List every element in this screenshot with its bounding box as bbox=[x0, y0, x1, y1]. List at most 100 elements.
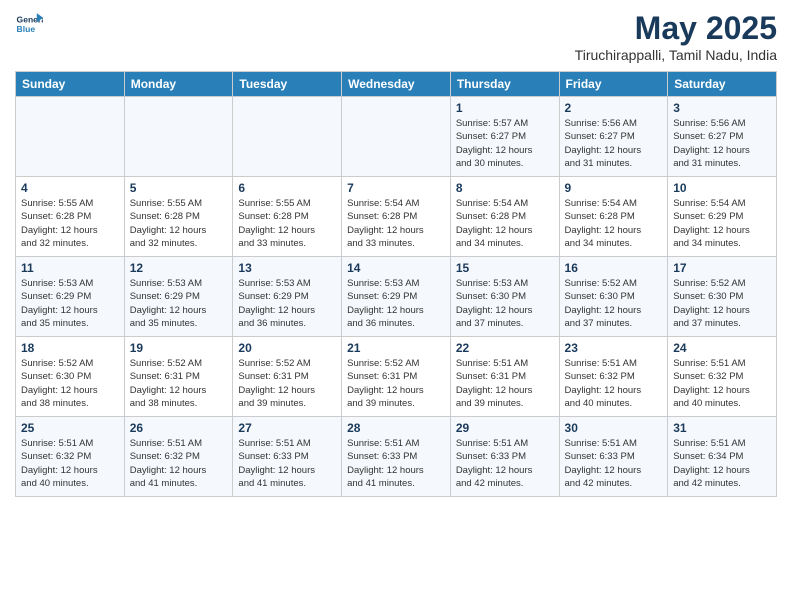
day-number: 15 bbox=[456, 261, 554, 275]
day-number: 24 bbox=[673, 341, 771, 355]
day-info: Sunrise: 5:55 AM Sunset: 6:28 PM Dayligh… bbox=[21, 197, 119, 250]
day-number: 11 bbox=[21, 261, 119, 275]
day-cell: 26Sunrise: 5:51 AM Sunset: 6:32 PM Dayli… bbox=[124, 417, 233, 497]
calendar-table: SundayMondayTuesdayWednesdayThursdayFrid… bbox=[15, 71, 777, 497]
day-number: 5 bbox=[130, 181, 228, 195]
day-number: 18 bbox=[21, 341, 119, 355]
day-cell: 23 Sunrise: 5:51 AM Sunset: 6:32 PM Dayli… bbox=[559, 337, 668, 417]
day-cell: 5 Sunrise: 5:55 AM Sunset: 6:28 PM Daylig… bbox=[124, 177, 233, 257]
day-number: 1 bbox=[456, 101, 554, 115]
day-cell: 17 Sunrise: 5:52 AM Sunset: 6:30 PM Dayli… bbox=[668, 257, 777, 337]
day-number: 3 bbox=[673, 101, 771, 115]
day-cell: 29Sunrise: 5:51 AM Sunset: 6:33 PM Dayli… bbox=[450, 417, 559, 497]
column-header-sunday: Sunday bbox=[16, 72, 125, 97]
day-cell: 9Sunrise: 5:54 AM Sunset: 6:28 PM Daylig… bbox=[559, 177, 668, 257]
day-cell bbox=[342, 97, 451, 177]
day-cell: 3Sunrise: 5:56 AM Sunset: 6:27 PM Daylig… bbox=[668, 97, 777, 177]
header-row: SundayMondayTuesdayWednesdayThursdayFrid… bbox=[16, 72, 777, 97]
day-info: Sunrise: 5:56 AM Sunset: 6:27 PM Dayligh… bbox=[565, 117, 663, 170]
week-row-1: 1 Sunrise: 5:57 AM Sunset: 6:27 PM Daylig… bbox=[16, 97, 777, 177]
day-info: Sunrise: 5:52 AM Sunset: 6:31 PM Dayligh… bbox=[238, 357, 336, 410]
svg-text:Blue: Blue bbox=[17, 24, 36, 34]
day-cell: 24 Sunrise: 5:51 AM Sunset: 6:32 PM Dayli… bbox=[668, 337, 777, 417]
day-number: 14 bbox=[347, 261, 445, 275]
main-title: May 2025 bbox=[575, 10, 777, 47]
day-info: Sunrise: 5:57 AM Sunset: 6:27 PM Dayligh… bbox=[456, 117, 554, 170]
day-number: 31 bbox=[673, 421, 771, 435]
day-info: Sunrise: 5:53 AM Sunset: 6:29 PM Dayligh… bbox=[21, 277, 119, 330]
day-cell: 30 Sunrise: 5:51 AM Sunset: 6:33 PM Dayli… bbox=[559, 417, 668, 497]
week-row-5: 25 Sunrise: 5:51 AM Sunset: 6:32 PM Dayli… bbox=[16, 417, 777, 497]
day-number: 7 bbox=[347, 181, 445, 195]
day-info: Sunrise: 5:53 AM Sunset: 6:29 PM Dayligh… bbox=[130, 277, 228, 330]
day-info: Sunrise: 5:52 AM Sunset: 6:30 PM Dayligh… bbox=[21, 357, 119, 410]
day-info: Sunrise: 5:51 AM Sunset: 6:33 PM Dayligh… bbox=[456, 437, 554, 490]
day-cell: 28 Sunrise: 5:51 AM Sunset: 6:33 PM Dayli… bbox=[342, 417, 451, 497]
day-cell bbox=[16, 97, 125, 177]
day-info: Sunrise: 5:51 AM Sunset: 6:32 PM Dayligh… bbox=[565, 357, 663, 410]
day-info: Sunrise: 5:52 AM Sunset: 6:30 PM Dayligh… bbox=[673, 277, 771, 330]
day-number: 19 bbox=[130, 341, 228, 355]
day-cell: 13 Sunrise: 5:53 AM Sunset: 6:29 PM Dayli… bbox=[233, 257, 342, 337]
day-cell: 21Sunrise: 5:52 AM Sunset: 6:31 PM Dayli… bbox=[342, 337, 451, 417]
day-cell: 27Sunrise: 5:51 AM Sunset: 6:33 PM Dayli… bbox=[233, 417, 342, 497]
day-info: Sunrise: 5:53 AM Sunset: 6:29 PM Dayligh… bbox=[238, 277, 336, 330]
day-info: Sunrise: 5:55 AM Sunset: 6:28 PM Dayligh… bbox=[238, 197, 336, 250]
day-info: Sunrise: 5:51 AM Sunset: 6:32 PM Dayligh… bbox=[21, 437, 119, 490]
day-number: 22 bbox=[456, 341, 554, 355]
day-info: Sunrise: 5:55 AM Sunset: 6:28 PM Dayligh… bbox=[130, 197, 228, 250]
day-cell: 6 Sunrise: 5:55 AM Sunset: 6:28 PM Daylig… bbox=[233, 177, 342, 257]
day-info: Sunrise: 5:51 AM Sunset: 6:32 PM Dayligh… bbox=[673, 357, 771, 410]
day-number: 25 bbox=[21, 421, 119, 435]
day-info: Sunrise: 5:53 AM Sunset: 6:30 PM Dayligh… bbox=[456, 277, 554, 330]
day-number: 16 bbox=[565, 261, 663, 275]
day-number: 26 bbox=[130, 421, 228, 435]
day-number: 6 bbox=[238, 181, 336, 195]
day-number: 13 bbox=[238, 261, 336, 275]
column-header-saturday: Saturday bbox=[668, 72, 777, 97]
day-info: Sunrise: 5:51 AM Sunset: 6:33 PM Dayligh… bbox=[347, 437, 445, 490]
day-info: Sunrise: 5:54 AM Sunset: 6:28 PM Dayligh… bbox=[456, 197, 554, 250]
day-number: 8 bbox=[456, 181, 554, 195]
day-cell: 11 Sunrise: 5:53 AM Sunset: 6:29 PM Dayli… bbox=[16, 257, 125, 337]
day-number: 20 bbox=[238, 341, 336, 355]
logo-icon: General Blue bbox=[15, 10, 43, 38]
day-number: 30 bbox=[565, 421, 663, 435]
day-number: 23 bbox=[565, 341, 663, 355]
day-info: Sunrise: 5:53 AM Sunset: 6:29 PM Dayligh… bbox=[347, 277, 445, 330]
day-cell: 8 Sunrise: 5:54 AM Sunset: 6:28 PM Daylig… bbox=[450, 177, 559, 257]
day-number: 10 bbox=[673, 181, 771, 195]
column-header-monday: Monday bbox=[124, 72, 233, 97]
day-number: 28 bbox=[347, 421, 445, 435]
day-cell: 2 Sunrise: 5:56 AM Sunset: 6:27 PM Daylig… bbox=[559, 97, 668, 177]
day-cell: 20 Sunrise: 5:52 AM Sunset: 6:31 PM Dayli… bbox=[233, 337, 342, 417]
day-cell: 1 Sunrise: 5:57 AM Sunset: 6:27 PM Daylig… bbox=[450, 97, 559, 177]
week-row-4: 18 Sunrise: 5:52 AM Sunset: 6:30 PM Dayli… bbox=[16, 337, 777, 417]
day-number: 21 bbox=[347, 341, 445, 355]
day-info: Sunrise: 5:51 AM Sunset: 6:31 PM Dayligh… bbox=[456, 357, 554, 410]
header: General Blue May 2025 Tiruchirappalli, T… bbox=[15, 10, 777, 63]
day-cell: 19 Sunrise: 5:52 AM Sunset: 6:31 PM Dayli… bbox=[124, 337, 233, 417]
day-cell: 4Sunrise: 5:55 AM Sunset: 6:28 PM Daylig… bbox=[16, 177, 125, 257]
day-number: 27 bbox=[238, 421, 336, 435]
day-cell: 10Sunrise: 5:54 AM Sunset: 6:29 PM Dayli… bbox=[668, 177, 777, 257]
day-info: Sunrise: 5:51 AM Sunset: 6:33 PM Dayligh… bbox=[565, 437, 663, 490]
week-row-2: 4Sunrise: 5:55 AM Sunset: 6:28 PM Daylig… bbox=[16, 177, 777, 257]
day-cell: 7Sunrise: 5:54 AM Sunset: 6:28 PM Daylig… bbox=[342, 177, 451, 257]
day-info: Sunrise: 5:51 AM Sunset: 6:34 PM Dayligh… bbox=[673, 437, 771, 490]
day-cell bbox=[124, 97, 233, 177]
day-cell: 31 Sunrise: 5:51 AM Sunset: 6:34 PM Dayli… bbox=[668, 417, 777, 497]
day-info: Sunrise: 5:52 AM Sunset: 6:30 PM Dayligh… bbox=[565, 277, 663, 330]
day-info: Sunrise: 5:52 AM Sunset: 6:31 PM Dayligh… bbox=[130, 357, 228, 410]
day-cell: 25 Sunrise: 5:51 AM Sunset: 6:32 PM Dayli… bbox=[16, 417, 125, 497]
logo: General Blue bbox=[15, 10, 43, 38]
day-number: 17 bbox=[673, 261, 771, 275]
day-cell: 16 Sunrise: 5:52 AM Sunset: 6:30 PM Dayli… bbox=[559, 257, 668, 337]
day-cell: 12Sunrise: 5:53 AM Sunset: 6:29 PM Dayli… bbox=[124, 257, 233, 337]
column-header-tuesday: Tuesday bbox=[233, 72, 342, 97]
title-area: May 2025 Tiruchirappalli, Tamil Nadu, In… bbox=[575, 10, 777, 63]
column-header-friday: Friday bbox=[559, 72, 668, 97]
day-info: Sunrise: 5:54 AM Sunset: 6:28 PM Dayligh… bbox=[565, 197, 663, 250]
subtitle: Tiruchirappalli, Tamil Nadu, India bbox=[575, 47, 777, 63]
day-number: 2 bbox=[565, 101, 663, 115]
